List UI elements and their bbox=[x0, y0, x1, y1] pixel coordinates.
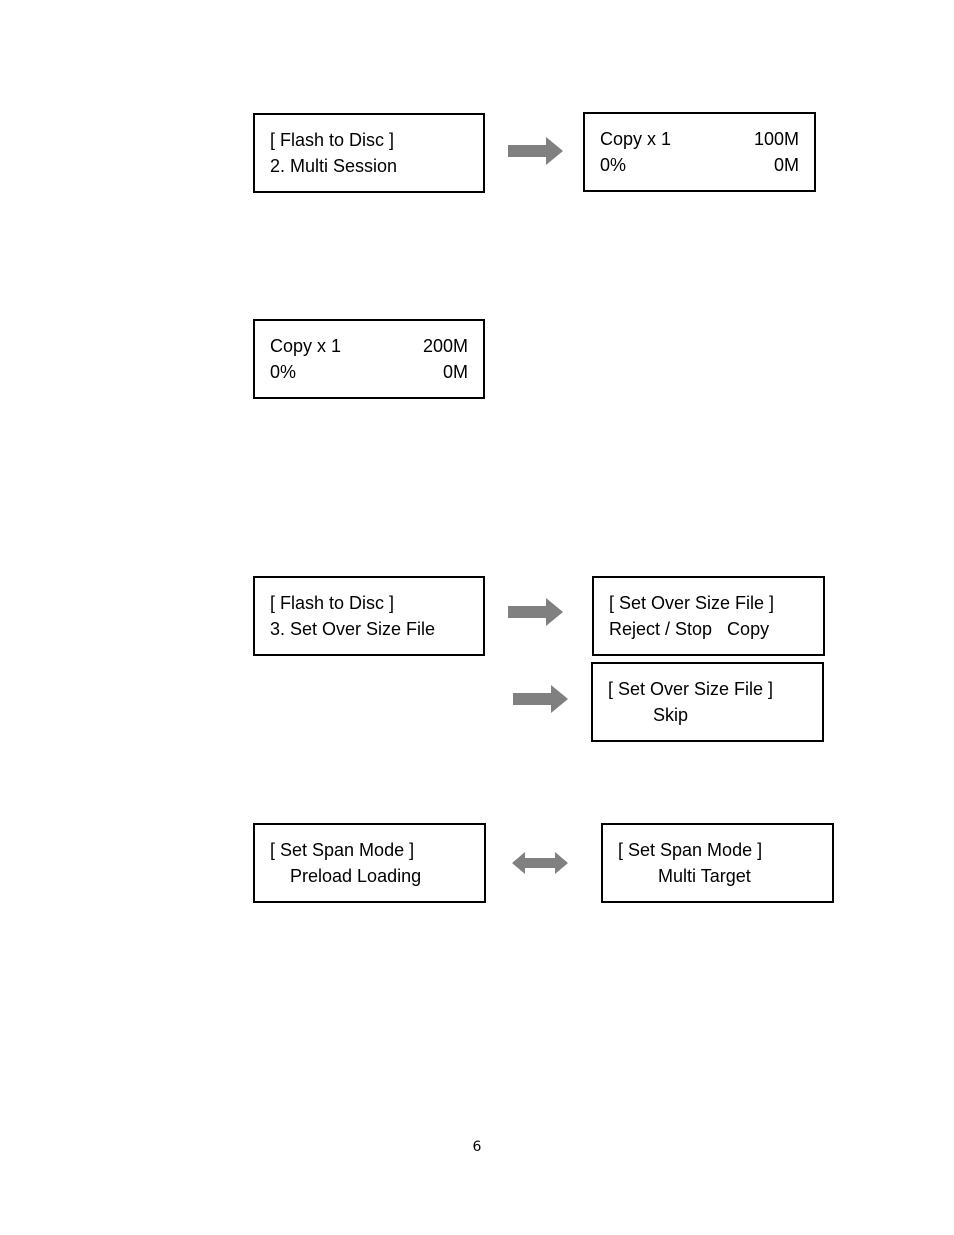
progress-percent: 0% bbox=[600, 155, 627, 175]
lcd-screen-span-mode-preload: [ Set Span Mode ] Preload Loading bbox=[253, 823, 486, 903]
double-arrow-icon bbox=[512, 852, 568, 874]
lcd-screen-copy-200m: Copy x 1 200M 0% 0M bbox=[253, 319, 485, 399]
lcd-screen-over-size-option-skip: [ Set Over Size File ] Skip bbox=[591, 662, 824, 742]
lcd-text: [ Flash to Disc ] bbox=[270, 593, 395, 613]
total-size: 100M bbox=[753, 129, 799, 149]
lcd-line-2: Preload Loading bbox=[270, 863, 469, 889]
lcd-line-1: Copy x 1 100M bbox=[600, 126, 799, 152]
lcd-text: Preload Loading bbox=[270, 866, 422, 886]
arrow-right-icon bbox=[513, 685, 568, 713]
lcd-screen-over-size-option-copy: [ Set Over Size File ] Reject / Stop Cop… bbox=[592, 576, 825, 656]
progress-percent: 0% bbox=[270, 362, 297, 382]
lcd-line-2: Reject / Stop Copy bbox=[609, 616, 808, 642]
lcd-line-2: 3. Set Over Size File bbox=[270, 616, 468, 642]
lcd-text: 2. Multi Session bbox=[270, 156, 398, 176]
lcd-line-1: [ Set Over Size File ] bbox=[608, 676, 807, 702]
lcd-text: Multi Target bbox=[618, 866, 751, 886]
arrow-right-icon bbox=[508, 137, 563, 165]
copied-size: 0M bbox=[442, 362, 468, 382]
lcd-text: [ Set Over Size File ] bbox=[609, 593, 775, 613]
lcd-screen-copy-100m: Copy x 1 100M 0% 0M bbox=[583, 112, 816, 192]
copy-count: Copy x 1 bbox=[270, 336, 342, 356]
lcd-line-2: Skip bbox=[608, 702, 807, 728]
lcd-line-2: Multi Target bbox=[618, 863, 817, 889]
lcd-text: 3. Set Over Size File bbox=[270, 619, 436, 639]
lcd-line-1: [ Set Span Mode ] bbox=[270, 837, 469, 863]
lcd-screen-multi-session-menu: [ Flash to Disc ] 2. Multi Session bbox=[253, 113, 485, 193]
lcd-line-1: [ Flash to Disc ] bbox=[270, 127, 468, 153]
arrow-right-icon bbox=[508, 598, 563, 626]
page-number: 6 bbox=[472, 1139, 482, 1155]
lcd-text: [ Set Span Mode ] bbox=[270, 840, 415, 860]
lcd-line-2: 0% 0M bbox=[270, 359, 468, 385]
lcd-text: [ Flash to Disc ] bbox=[270, 130, 395, 150]
lcd-line-1: [ Set Over Size File ] bbox=[609, 590, 808, 616]
lcd-text: [ Set Over Size File ] bbox=[608, 679, 774, 699]
total-size: 200M bbox=[422, 336, 468, 356]
lcd-screen-over-size-menu: [ Flash to Disc ] 3. Set Over Size File bbox=[253, 576, 485, 656]
lcd-text: Skip bbox=[608, 705, 689, 725]
lcd-screen-span-mode-multi-target: [ Set Span Mode ] Multi Target bbox=[601, 823, 834, 903]
lcd-text: [ Set Span Mode ] bbox=[618, 840, 763, 860]
lcd-line-2: 2. Multi Session bbox=[270, 153, 468, 179]
copy-count: Copy x 1 bbox=[600, 129, 672, 149]
copied-size: 0M bbox=[773, 155, 799, 175]
lcd-line-2: 0% 0M bbox=[600, 152, 799, 178]
lcd-line-1: Copy x 1 200M bbox=[270, 333, 468, 359]
lcd-line-1: [ Flash to Disc ] bbox=[270, 590, 468, 616]
lcd-text: Reject / Stop Copy bbox=[609, 619, 770, 639]
lcd-line-1: [ Set Span Mode ] bbox=[618, 837, 817, 863]
